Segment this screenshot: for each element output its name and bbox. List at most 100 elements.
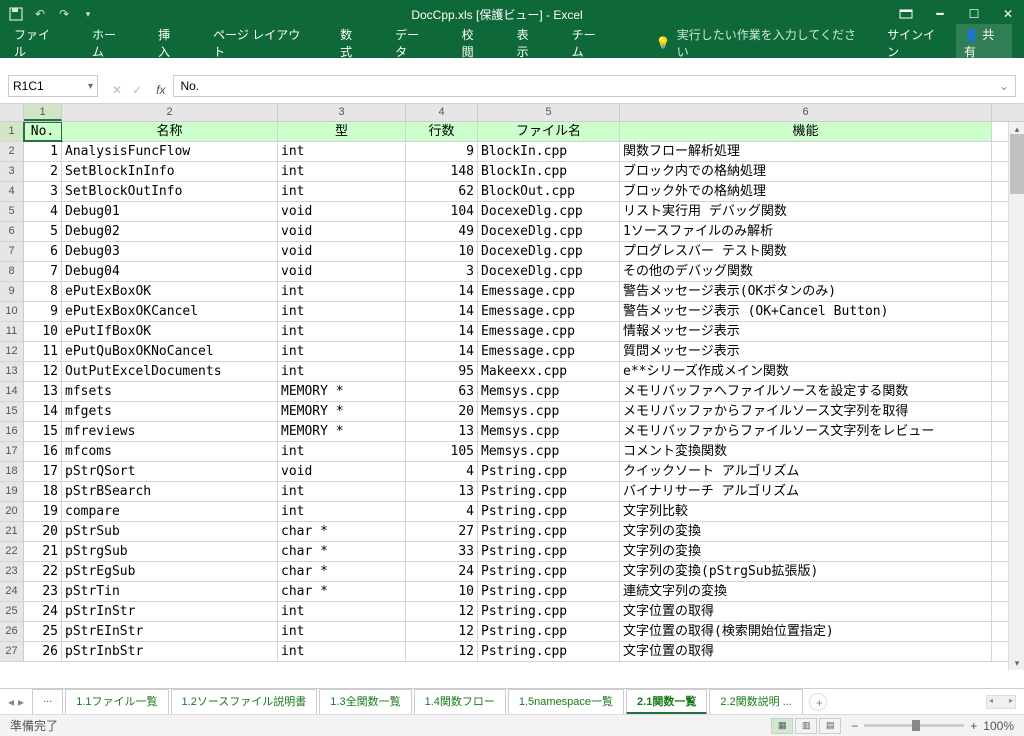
cell[interactable]: mfcoms — [62, 442, 278, 461]
col-header[interactable]: 1 — [24, 104, 62, 121]
cell[interactable]: ePutExBoxOK — [62, 282, 278, 301]
name-box[interactable]: R1C1▾ — [8, 75, 98, 97]
cell[interactable]: Pstring.cpp — [478, 622, 620, 641]
sheet-next-icon[interactable]: ▸ — [18, 695, 24, 709]
cell[interactable]: char * — [278, 522, 406, 541]
cell[interactable]: char * — [278, 542, 406, 561]
zoom-level[interactable]: 100% — [983, 719, 1014, 733]
row-header[interactable]: 4 — [0, 182, 24, 201]
cell[interactable]: int — [278, 362, 406, 381]
cell[interactable]: Debug01 — [62, 202, 278, 221]
cell[interactable]: Pstring.cpp — [478, 562, 620, 581]
signin-link[interactable]: サインイン — [887, 26, 944, 60]
cell[interactable]: 1ソースファイルのみ解析 — [620, 222, 992, 241]
cell[interactable]: Debug03 — [62, 242, 278, 261]
row-header[interactable]: 21 — [0, 522, 24, 541]
cell[interactable]: pStrQSort — [62, 462, 278, 481]
cell[interactable]: 文字位置の取得 — [620, 602, 992, 621]
row-header[interactable]: 17 — [0, 442, 24, 461]
cell[interactable]: BlockIn.cpp — [478, 142, 620, 161]
row-header[interactable]: 13 — [0, 362, 24, 381]
cell[interactable]: compare — [62, 502, 278, 521]
normal-view-button[interactable]: ▦ — [771, 718, 793, 734]
cell[interactable]: pStrTin — [62, 582, 278, 601]
sheet-tab[interactable]: 1.4関数フロー — [414, 689, 506, 714]
tab-insert[interactable]: 挿入 — [156, 22, 183, 64]
formula-input[interactable]: No.⌄ — [173, 75, 1016, 97]
cell[interactable]: バイナリサーチ アルゴリズム — [620, 482, 992, 501]
cell[interactable]: int — [278, 602, 406, 621]
col-header[interactable]: 3 — [278, 104, 406, 121]
cell[interactable]: 95 — [406, 362, 478, 381]
cell[interactable]: 1 — [24, 142, 62, 161]
cell[interactable]: pStrSub — [62, 522, 278, 541]
cell[interactable]: 13 — [406, 422, 478, 441]
cell[interactable]: pStrEInStr — [62, 622, 278, 641]
sheet-prev-icon[interactable]: ◂ — [8, 695, 14, 709]
cell[interactable]: 25 — [24, 622, 62, 641]
cell[interactable]: 警告メッセージ表示(OKボタンのみ) — [620, 282, 992, 301]
cell[interactable]: Emessage.cpp — [478, 322, 620, 341]
sheet-tab[interactable]: 1.2ソースファイル説明書 — [171, 689, 318, 714]
cell[interactable]: Memsys.cpp — [478, 402, 620, 421]
cell[interactable]: ブロック外での格納処理 — [620, 182, 992, 201]
cell[interactable]: 警告メッセージ表示 (OK+Cancel Button) — [620, 302, 992, 321]
sheet-tab[interactable]: 1.3全関数一覧 — [319, 689, 411, 714]
header-cell[interactable]: 型 — [278, 122, 406, 141]
add-sheet-button[interactable]: + — [809, 693, 827, 711]
scroll-down-icon[interactable]: ▾ — [1010, 656, 1024, 670]
cell[interactable]: 文字位置の取得 — [620, 642, 992, 661]
redo-icon[interactable]: ↷ — [56, 6, 72, 22]
row-header[interactable]: 25 — [0, 602, 24, 621]
cell[interactable]: 4 — [406, 502, 478, 521]
cell[interactable]: Memsys.cpp — [478, 442, 620, 461]
qat-dropdown-icon[interactable]: ▾ — [80, 6, 96, 22]
cell[interactable]: 8 — [24, 282, 62, 301]
cell[interactable]: char * — [278, 562, 406, 581]
cell[interactable]: 3 — [24, 182, 62, 201]
row-header[interactable]: 11 — [0, 322, 24, 341]
header-cell[interactable]: ファイル名 — [478, 122, 620, 141]
cell[interactable]: Debug04 — [62, 262, 278, 281]
row-header[interactable]: 8 — [0, 262, 24, 281]
cell[interactable]: Pstring.cpp — [478, 482, 620, 501]
cell[interactable]: 24 — [406, 562, 478, 581]
cell[interactable]: 14 — [406, 322, 478, 341]
cell[interactable]: char * — [278, 582, 406, 601]
cell[interactable]: Debug02 — [62, 222, 278, 241]
cell[interactable]: 15 — [24, 422, 62, 441]
header-cell[interactable]: No. — [24, 122, 62, 141]
cell[interactable]: 19 — [24, 502, 62, 521]
cell[interactable]: int — [278, 642, 406, 661]
cell[interactable]: AnalysisFuncFlow — [62, 142, 278, 161]
cell[interactable]: 20 — [24, 522, 62, 541]
cell[interactable]: Pstring.cpp — [478, 522, 620, 541]
cell[interactable]: 10 — [24, 322, 62, 341]
cell[interactable]: 10 — [406, 582, 478, 601]
cell[interactable]: 10 — [406, 242, 478, 261]
cell[interactable]: int — [278, 142, 406, 161]
tab-view[interactable]: 表示 — [515, 22, 542, 64]
cell[interactable]: int — [278, 302, 406, 321]
cell[interactable]: 3 — [406, 262, 478, 281]
cell[interactable]: MEMORY * — [278, 402, 406, 421]
cell[interactable]: 7 — [24, 262, 62, 281]
cell[interactable]: void — [278, 262, 406, 281]
cell[interactable]: DocexeDlg.cpp — [478, 262, 620, 281]
cell[interactable]: 文字位置の取得(検索開始位置指定) — [620, 622, 992, 641]
cell[interactable]: 9 — [406, 142, 478, 161]
cell[interactable]: MEMORY * — [278, 382, 406, 401]
sheet-tab[interactable]: 2.2関数説明 ... — [709, 689, 803, 714]
cell[interactable]: 13 — [406, 482, 478, 501]
col-header[interactable]: 5 — [478, 104, 620, 121]
cell[interactable]: Emessage.cpp — [478, 302, 620, 321]
row-header[interactable]: 22 — [0, 542, 24, 561]
cell[interactable]: void — [278, 222, 406, 241]
cell[interactable]: 63 — [406, 382, 478, 401]
cell[interactable]: SetBlockOutInfo — [62, 182, 278, 201]
cell[interactable]: pStrBSearch — [62, 482, 278, 501]
cell[interactable]: int — [278, 282, 406, 301]
cell[interactable]: 文字列の変換(pStrgSub拡張版) — [620, 562, 992, 581]
tab-data[interactable]: データ — [393, 22, 432, 64]
cell[interactable]: メモリバッファからファイルソース文字列を取得 — [620, 402, 992, 421]
